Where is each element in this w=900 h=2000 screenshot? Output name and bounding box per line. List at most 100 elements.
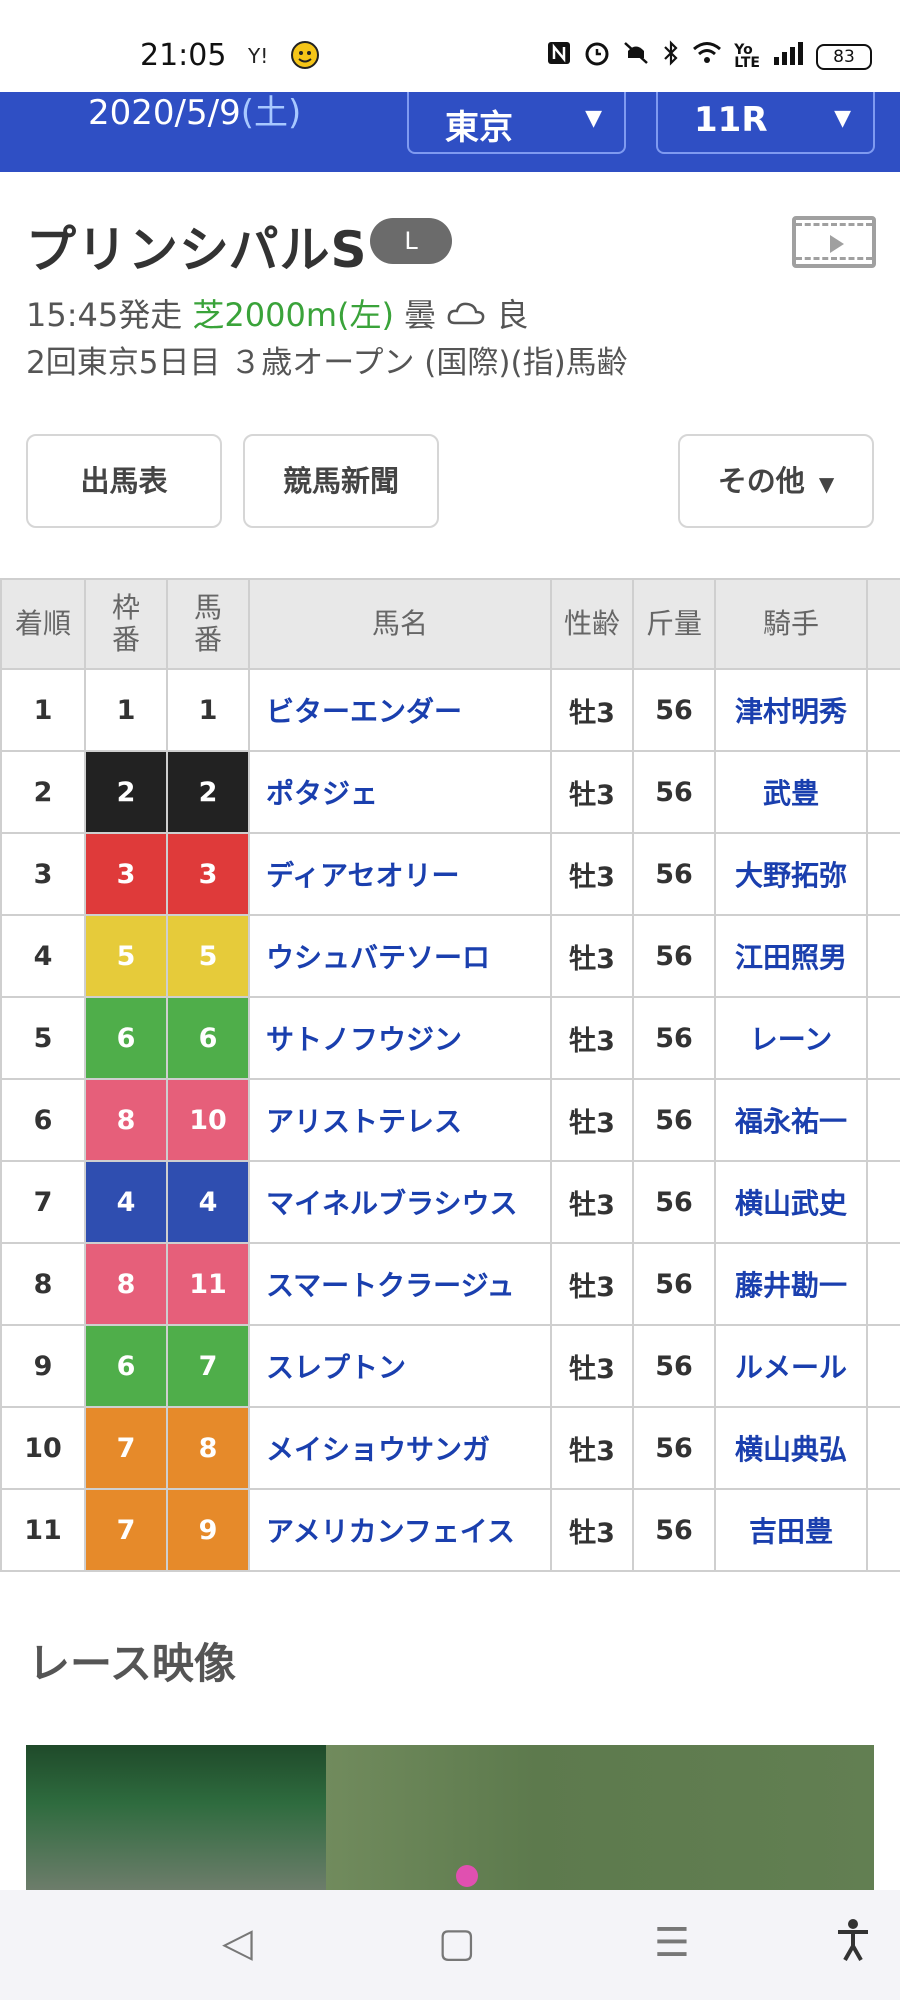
horse-name-link[interactable]: スレプトン — [248, 1324, 552, 1408]
horse-number-cell: 4 — [166, 1160, 250, 1244]
back-icon[interactable]: ◁ — [222, 1920, 253, 1966]
home-icon[interactable]: ▢ — [438, 1920, 476, 1966]
newspaper-button[interactable]: 競馬新聞 — [243, 434, 439, 528]
table-row: 2 2 2 ポタジェ 牡3 56 武豊 — [0, 750, 900, 834]
horse-name-link[interactable]: ディアセオリー — [248, 832, 552, 916]
jockey-name-link[interactable]: 江田照男 — [714, 914, 868, 998]
sex-age-cell: 牡3 — [550, 1488, 634, 1572]
overflow-cell — [866, 668, 900, 752]
table-row: 7 4 4 マイネルブラシウス 牡3 56 横山武史 — [0, 1160, 900, 1244]
table-row: 8 8 11 スマートクラージュ 牡3 56 藤井勘一 — [0, 1242, 900, 1326]
volte-icon: Yo LTE — [734, 41, 760, 71]
header-frame-label: 枠番 — [111, 591, 140, 656]
sex-age-cell: 牡3 — [550, 996, 634, 1080]
rank-cell: 3 — [0, 832, 86, 916]
frame-number-cell: 4 — [84, 1160, 168, 1244]
table-row: 9 6 7 スレプトン 牡3 56 ルメール — [0, 1324, 900, 1408]
other-menu-button[interactable]: その他 ▼ — [678, 434, 874, 528]
jockey-name-link[interactable]: ルメール — [714, 1324, 868, 1408]
overflow-cell — [866, 1324, 900, 1408]
horse-number-cell: 11 — [166, 1242, 250, 1326]
rank-cell: 7 — [0, 1160, 86, 1244]
weight-cell: 56 — [632, 914, 716, 998]
frame-number-cell: 2 — [84, 750, 168, 834]
header-jockey: 騎手 — [714, 578, 868, 670]
bluetooth-icon — [662, 40, 680, 73]
horse-name-link[interactable]: アリストテレス — [248, 1078, 552, 1162]
jockey-name-link[interactable]: 横山典弘 — [714, 1406, 868, 1490]
table-row: 10 7 8 メイショウサンガ 牡3 56 横山典弘 — [0, 1406, 900, 1490]
video-film-icon[interactable] — [792, 216, 876, 268]
horse-name-link[interactable]: サトノフウジン — [248, 996, 552, 1080]
menu-icon[interactable]: ☰ — [654, 1920, 690, 1966]
chevron-down-icon: ▼ — [818, 472, 835, 496]
sex-age-cell: 牡3 — [550, 750, 634, 834]
overflow-cell — [866, 750, 900, 834]
sex-age-cell: 牡3 — [550, 1078, 634, 1162]
sex-age-cell: 牡3 — [550, 1406, 634, 1490]
sex-age-cell: 牡3 — [550, 668, 634, 752]
race-date: 2020/5/9(土) — [88, 92, 301, 134]
horse-name-link[interactable]: ウシュバテソーロ — [248, 914, 552, 998]
table-row: 6 8 10 アリストテレス 牡3 56 福永祐一 — [0, 1078, 900, 1162]
jockey-name-link[interactable]: 津村明秀 — [714, 668, 868, 752]
overflow-cell — [866, 1078, 900, 1162]
horse-name-link[interactable]: ビターエンダー — [248, 668, 552, 752]
horse-name-link[interactable]: メイショウサンガ — [248, 1406, 552, 1490]
alarm-icon — [584, 40, 610, 73]
frame-number-cell: 7 — [84, 1488, 168, 1572]
header-sex-age: 性齢 — [550, 578, 634, 670]
race-number-select[interactable]: 11R ▼ — [656, 92, 875, 154]
battery-icon: 83 — [816, 43, 872, 70]
jockey-name-link[interactable]: 藤井勘一 — [714, 1242, 868, 1326]
race-video-thumbnail[interactable] — [26, 1745, 874, 1890]
horse-number-cell: 2 — [166, 750, 250, 834]
table-row: 4 5 5 ウシュバテソーロ 牡3 56 江田照男 — [0, 914, 900, 998]
header-overflow — [866, 578, 900, 670]
accessibility-icon[interactable] — [835, 1918, 871, 1972]
nfc-icon — [546, 40, 572, 73]
header-number-label: 馬番 — [193, 591, 222, 656]
post-time: 15:45発走 — [26, 296, 183, 334]
play-icon — [830, 235, 844, 253]
header-horse: 馬名 — [248, 578, 552, 670]
jockey-name-link[interactable]: 横山武史 — [714, 1160, 868, 1244]
weather-text: 曇 — [404, 296, 437, 334]
going-text: 良 — [496, 296, 529, 334]
weight-cell: 56 — [632, 1406, 716, 1490]
header-frame: 枠番 — [84, 578, 168, 670]
course-info: 芝2000m(左) — [192, 296, 394, 334]
horse-number-cell: 9 — [166, 1488, 250, 1572]
horse-name-link[interactable]: スマートクラージュ — [248, 1242, 552, 1326]
jockey-name-link[interactable]: 吉田豊 — [714, 1488, 868, 1572]
venue-select[interactable]: 東京 ▼ — [407, 92, 626, 154]
jockey-name-link[interactable]: 大野拓弥 — [714, 832, 868, 916]
mute-icon — [622, 40, 650, 73]
video-detail — [456, 1865, 478, 1887]
horse-name-link[interactable]: マイネルブラシウス — [248, 1160, 552, 1244]
overflow-cell — [866, 1488, 900, 1572]
table-row: 3 3 3 ディアセオリー 牡3 56 大野拓弥 — [0, 832, 900, 916]
overflow-cell — [866, 1160, 900, 1244]
race-card-button[interactable]: 出馬表 — [26, 434, 222, 528]
race-date-value: 2020/5/9 — [88, 93, 241, 133]
jockey-name-link[interactable]: 福永祐一 — [714, 1078, 868, 1162]
status-icons: Yo LTE 83 — [546, 40, 872, 73]
jockey-name-link[interactable]: 武豊 — [714, 750, 868, 834]
weight-cell: 56 — [632, 750, 716, 834]
race-meta: 15:45発走 芝2000m(左) 曇 良 — [26, 290, 529, 336]
race-day-of-week: (土) — [240, 93, 302, 133]
frame-number-cell: 7 — [84, 1406, 168, 1490]
overflow-cell — [866, 1406, 900, 1490]
sex-age-cell: 牡3 — [550, 1160, 634, 1244]
weight-cell: 56 — [632, 1160, 716, 1244]
horse-name-link[interactable]: アメリカンフェイス — [248, 1488, 552, 1572]
rank-cell: 5 — [0, 996, 86, 1080]
frame-number-cell: 5 — [84, 914, 168, 998]
venue-select-label: 東京 — [445, 108, 513, 148]
header-weight: 斤量 — [632, 578, 716, 670]
jockey-name-link[interactable]: レーン — [714, 996, 868, 1080]
status-time: 21:05 — [140, 38, 227, 73]
horse-number-cell: 8 — [166, 1406, 250, 1490]
horse-name-link[interactable]: ポタジェ — [248, 750, 552, 834]
